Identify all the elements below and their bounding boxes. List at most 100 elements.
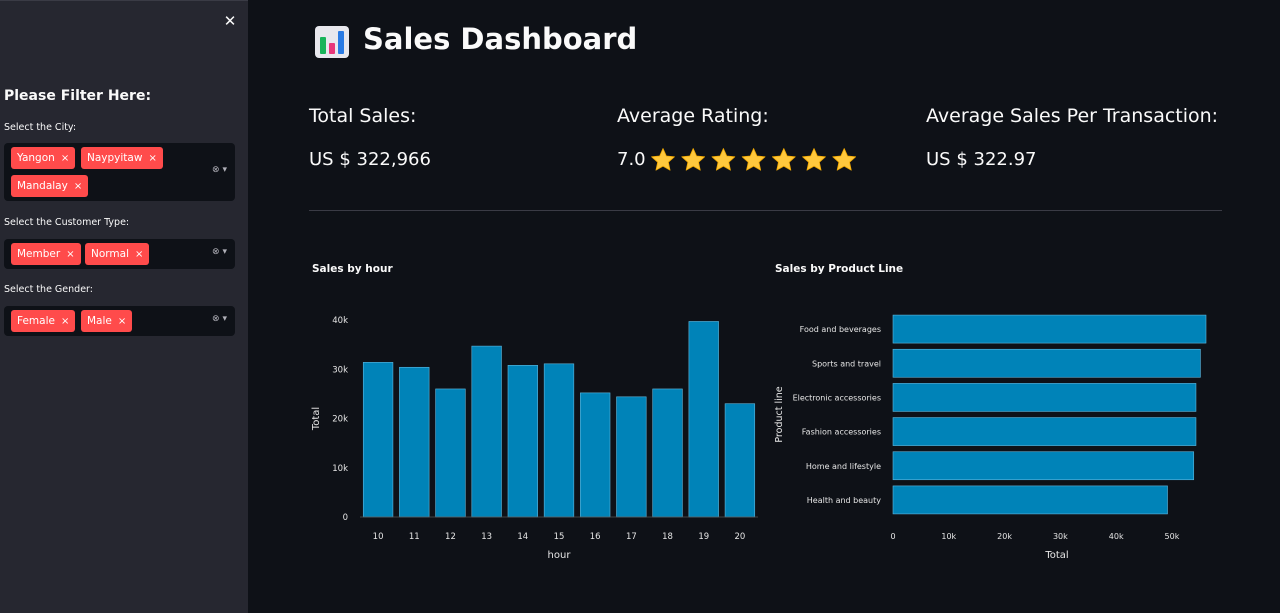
star-icon — [711, 148, 736, 171]
tag-remove-icon[interactable]: × — [118, 316, 126, 327]
bar — [688, 321, 719, 518]
sales-by-hour-chart: 0 10k 20k 30k 40k 10 11 12 13 14 15 16 17 18 19 20 hour T… — [311, 316, 758, 561]
y-axis-label: Product line — [774, 386, 785, 442]
bar — [892, 383, 1197, 412]
x-tick-label: 18 — [662, 532, 673, 542]
bar — [616, 396, 647, 518]
tag-male[interactable]: Male × — [81, 310, 133, 332]
avg-per-transaction-value: US $ 322.97 — [926, 149, 1037, 170]
x-tick-label: 16 — [590, 532, 601, 542]
tag-label: Female — [17, 315, 55, 327]
x-tick-label: 12 — [445, 532, 456, 542]
y-tick-label: Fashion accessories — [802, 428, 881, 437]
tag-remove-icon[interactable]: × — [148, 153, 156, 164]
tag-remove-icon[interactable]: × — [61, 316, 69, 327]
y-tick-label: 0 — [343, 513, 348, 523]
bar — [892, 451, 1195, 481]
clear-icon[interactable]: ⊗ — [212, 247, 220, 257]
bar — [471, 345, 502, 518]
y-tick-label: 20k — [332, 415, 348, 425]
gender-label: Select the Gender: — [4, 284, 93, 295]
tag-remove-icon[interactable]: × — [135, 249, 143, 260]
star-icon — [741, 148, 766, 171]
product-chart-title: Sales by Product Line — [775, 263, 904, 275]
x-tick-label: 15 — [554, 532, 565, 542]
x-tick-label: 40k — [1109, 532, 1124, 541]
tag-label: Male — [87, 315, 112, 327]
star-icon — [771, 148, 796, 171]
bar — [892, 314, 1207, 344]
tag-female[interactable]: Female × — [11, 310, 76, 332]
tag-normal[interactable]: Normal × — [85, 243, 150, 265]
x-tick-label: 20 — [734, 532, 745, 542]
multiselect-controls[interactable]: ⊗ ▾ — [212, 247, 227, 257]
tag-mandalay[interactable]: Mandalay × — [11, 175, 89, 197]
chevron-down-icon[interactable]: ▾ — [222, 247, 227, 257]
bar — [892, 417, 1197, 446]
y-tick-label: Food and beverages — [800, 325, 881, 334]
clear-icon[interactable]: ⊗ — [212, 165, 220, 175]
bar — [580, 392, 611, 518]
bar — [892, 348, 1201, 378]
x-tick-label: 0 — [890, 532, 895, 541]
rating-stars — [651, 148, 857, 171]
star-icon — [832, 148, 857, 171]
tag-yangon[interactable]: Yangon × — [11, 147, 76, 169]
multiselect-controls[interactable]: ⊗ ▾ — [212, 165, 227, 175]
city-label: Select the City: — [4, 122, 77, 133]
bar — [724, 403, 756, 518]
close-sidebar-button[interactable]: ✕ — [220, 11, 240, 31]
tag-label: Member — [17, 248, 61, 260]
star-icon — [651, 148, 675, 171]
x-tick-label: 10k — [941, 532, 956, 541]
bar — [892, 485, 1168, 515]
bar — [435, 388, 466, 518]
multiselect-controls[interactable]: ⊗ ▾ — [212, 314, 227, 324]
sales-by-product-line-chart: Food and beverages Sports and travel Elect… — [774, 314, 1207, 561]
clear-icon[interactable]: ⊗ — [212, 314, 220, 324]
total-sales-value: US $ 322,966 — [309, 149, 431, 170]
x-axis-label: hour — [548, 550, 572, 561]
tag-remove-icon[interactable]: × — [61, 153, 69, 164]
star-icon — [681, 148, 706, 171]
y-tick-label: Sports and travel — [812, 359, 881, 368]
tag-remove-icon[interactable]: × — [74, 181, 82, 192]
y-tick-label: 10k — [332, 464, 348, 474]
y-tick-label: 30k — [332, 365, 348, 375]
avg-per-transaction-label: Average Sales Per Transaction: — [926, 105, 1219, 127]
gender-multiselect[interactable]: Female × Male × ⊗ ▾ — [4, 306, 235, 336]
divider — [309, 210, 1222, 211]
x-tick-label: 14 — [517, 532, 528, 542]
x-tick-label: 10 — [373, 532, 384, 542]
bar-chart-icon — [315, 26, 349, 58]
bar — [652, 388, 683, 518]
tag-member[interactable]: Member × — [11, 243, 81, 265]
tag-naypyitaw[interactable]: Naypyitaw × — [81, 147, 163, 169]
y-tick-label: Health and beauty — [807, 496, 882, 505]
bar — [362, 362, 394, 518]
y-tick-label: Home and lifestyle — [806, 462, 881, 471]
chevron-down-icon[interactable]: ▾ — [222, 165, 227, 175]
tag-label: Naypyitaw — [87, 152, 143, 164]
tag-label: Yangon — [17, 152, 55, 164]
average-rating-label: Average Rating: — [617, 105, 769, 127]
chevron-down-icon[interactable]: ▾ — [222, 314, 227, 324]
x-tick-label: 17 — [626, 532, 637, 542]
hour-chart-title: Sales by hour — [312, 263, 393, 275]
tag-remove-icon[interactable]: × — [66, 249, 74, 260]
city-multiselect[interactable]: Yangon × Naypyitaw × Mandalay × ⊗ ▾ — [4, 143, 235, 201]
y-tick-label: 40k — [332, 316, 348, 326]
total-sales-label: Total Sales: — [309, 105, 417, 127]
bar — [543, 363, 575, 518]
x-tick-label: 19 — [698, 532, 709, 542]
customer-type-multiselect[interactable]: Member × Normal × ⊗ ▾ — [4, 239, 235, 269]
y-axis-label: Total — [311, 407, 322, 431]
x-tick-label: 50k — [1165, 532, 1180, 541]
page-title: Sales Dashboard — [363, 22, 638, 56]
average-rating-value: 7.0 — [617, 149, 646, 170]
customer-type-label: Select the Customer Type: — [4, 217, 130, 228]
star-icon — [802, 148, 826, 171]
x-tick-label: 13 — [481, 532, 492, 542]
x-tick-label: 11 — [409, 532, 420, 542]
bar — [507, 365, 538, 518]
